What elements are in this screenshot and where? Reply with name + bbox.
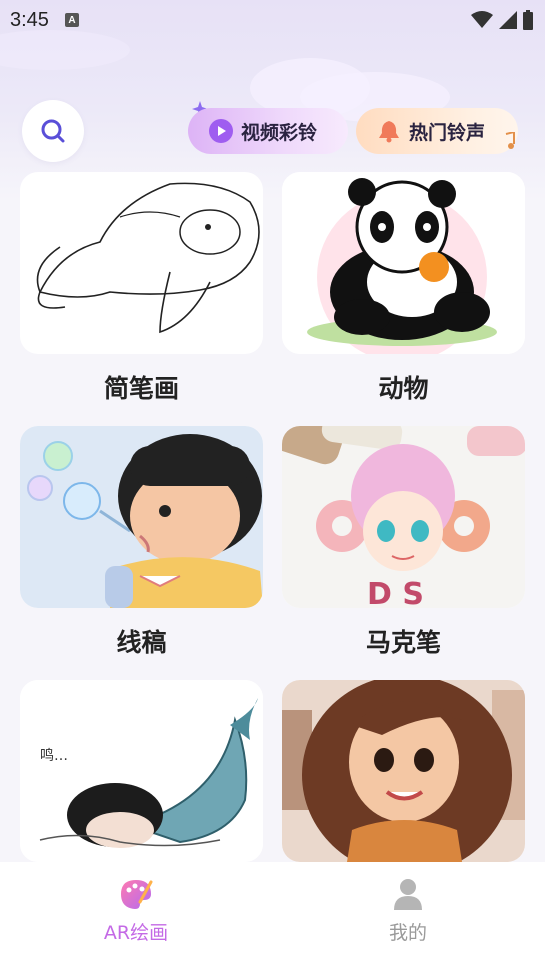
category-card-marker[interactable]: D S [282,426,525,608]
palette-icon [121,880,153,909]
tab-profile-label: 我的 [388,922,427,944]
play-icon [208,118,234,144]
category-label-simple-drawing: 简笔画 [103,374,179,403]
bottom-tab-bar: AR绘画 我的 [0,862,545,970]
notification-icon: A [64,13,79,27]
video-ringtone-button[interactable]: 视频彩铃 [188,108,348,154]
category-label-line-art: 线稿 [116,628,167,657]
sketch-note-text: 鸣… [40,747,68,764]
whale-sketch-image [36,182,260,334]
tab-ar-drawing-label: AR绘画 [103,922,169,944]
tab-profile[interactable]: 我的 [338,876,478,945]
panda-image [282,172,525,354]
search-icon [41,119,65,143]
category-card-animals[interactable] [282,172,525,354]
hot-ringtone-label: 热门铃声 [409,121,486,144]
battery-icon [523,10,533,30]
tab-ar-drawing[interactable]: AR绘画 [66,876,206,945]
category-card-6[interactable] [282,680,525,862]
status-bar: 3:45 A [0,0,545,40]
category-card-line-art[interactable] [20,426,263,608]
girl-portrait-image [282,680,525,862]
profile-icon [394,879,422,910]
signal-icon [499,11,517,29]
chibi-mermaid-image: 鸣… [20,680,263,862]
donut-letters-text: D S [367,577,424,608]
hot-ringtone-button[interactable]: 热门铃声 [356,108,518,154]
category-label-animals: 动物 [378,374,429,403]
wifi-icon [471,11,493,28]
girl-bubbles-image [20,426,263,608]
category-card-5[interactable]: 鸣… [20,680,263,862]
search-button[interactable] [22,100,84,162]
category-label-marker: 马克笔 [365,628,441,657]
marker-girl-image: D S [282,426,525,608]
video-ringtone-label: 视频彩铃 [241,121,318,144]
status-icons [471,10,533,30]
status-time: 3:45 [10,8,49,31]
category-card-simple-drawing[interactable] [20,172,263,354]
music-note-icon [505,132,515,149]
bell-icon [376,118,402,144]
